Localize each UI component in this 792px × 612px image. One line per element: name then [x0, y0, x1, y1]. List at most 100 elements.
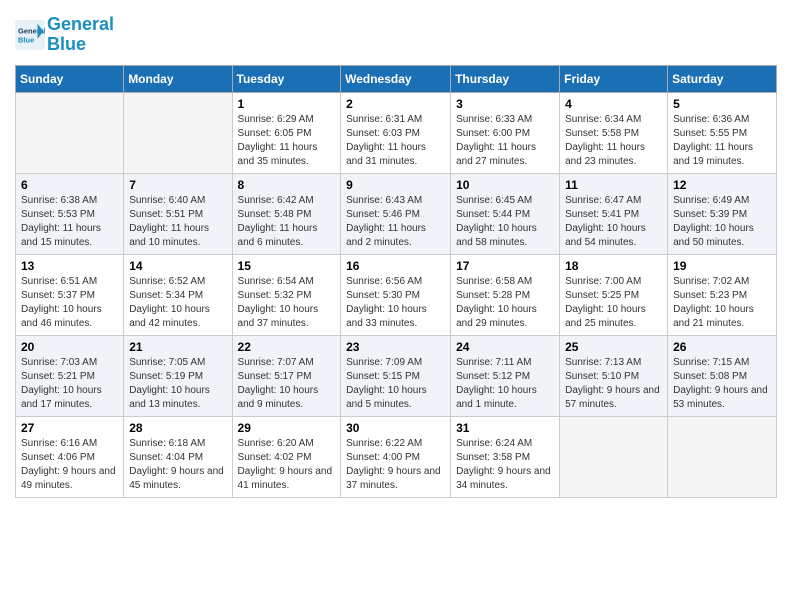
calendar-table: SundayMondayTuesdayWednesdayThursdayFrid…: [15, 65, 777, 498]
weekday-header: Monday: [124, 65, 232, 92]
day-info: Sunrise: 7:03 AM Sunset: 5:21 PM Dayligh…: [21, 356, 118, 412]
day-info: Sunrise: 6:34 AM Sunset: 5:58 PM Dayligh…: [565, 113, 662, 169]
calendar-week-row: 13Sunrise: 6:51 AM Sunset: 5:37 PM Dayli…: [16, 254, 777, 335]
day-number: 2: [346, 97, 445, 111]
day-number: 9: [346, 178, 445, 192]
day-info: Sunrise: 6:36 AM Sunset: 5:55 PM Dayligh…: [673, 113, 771, 169]
calendar-week-row: 27Sunrise: 6:16 AM Sunset: 4:06 PM Dayli…: [16, 416, 777, 497]
weekday-header: Friday: [560, 65, 668, 92]
day-number: 18: [565, 259, 662, 273]
weekday-header: Thursday: [451, 65, 560, 92]
calendar-day-cell: 6 Sunrise: 6:38 AM Sunset: 5:53 PM Daylig…: [16, 173, 124, 254]
day-info: Sunrise: 6:56 AM Sunset: 5:30 PM Dayligh…: [346, 275, 445, 331]
calendar-day-cell: 9 Sunrise: 6:43 AM Sunset: 5:46 PM Daylig…: [341, 173, 451, 254]
day-info: Sunrise: 6:42 AM Sunset: 5:48 PM Dayligh…: [238, 194, 336, 250]
logo-text: GeneralBlue: [47, 15, 114, 55]
day-number: 28: [129, 421, 226, 435]
calendar-day-cell: [668, 416, 777, 497]
day-info: Sunrise: 6:22 AM Sunset: 4:00 PM Dayligh…: [346, 437, 445, 493]
day-info: Sunrise: 7:11 AM Sunset: 5:12 PM Dayligh…: [456, 356, 554, 412]
day-number: 20: [21, 340, 118, 354]
calendar-day-cell: 22 Sunrise: 7:07 AM Sunset: 5:17 PM Dayli…: [232, 335, 341, 416]
day-number: 4: [565, 97, 662, 111]
day-info: Sunrise: 6:24 AM Sunset: 3:58 PM Dayligh…: [456, 437, 554, 493]
calendar-day-cell: 12 Sunrise: 6:49 AM Sunset: 5:39 PM Dayli…: [668, 173, 777, 254]
day-number: 29: [238, 421, 336, 435]
day-number: 23: [346, 340, 445, 354]
calendar-day-cell: 21 Sunrise: 7:05 AM Sunset: 5:19 PM Dayli…: [124, 335, 232, 416]
day-number: 27: [21, 421, 118, 435]
day-info: Sunrise: 6:40 AM Sunset: 5:51 PM Dayligh…: [129, 194, 226, 250]
day-info: Sunrise: 6:18 AM Sunset: 4:04 PM Dayligh…: [129, 437, 226, 493]
day-number: 11: [565, 178, 662, 192]
calendar-day-cell: 2 Sunrise: 6:31 AM Sunset: 6:03 PM Daylig…: [341, 92, 451, 173]
calendar-day-cell: 30 Sunrise: 6:22 AM Sunset: 4:00 PM Dayli…: [341, 416, 451, 497]
calendar-day-cell: 11 Sunrise: 6:47 AM Sunset: 5:41 PM Dayli…: [560, 173, 668, 254]
day-info: Sunrise: 6:38 AM Sunset: 5:53 PM Dayligh…: [21, 194, 118, 250]
calendar-day-cell: 19 Sunrise: 7:02 AM Sunset: 5:23 PM Dayli…: [668, 254, 777, 335]
svg-text:Blue: Blue: [18, 35, 34, 44]
calendar-day-cell: 20 Sunrise: 7:03 AM Sunset: 5:21 PM Dayli…: [16, 335, 124, 416]
day-number: 8: [238, 178, 336, 192]
day-number: 21: [129, 340, 226, 354]
calendar-day-cell: 18 Sunrise: 7:00 AM Sunset: 5:25 PM Dayli…: [560, 254, 668, 335]
day-number: 10: [456, 178, 554, 192]
day-number: 22: [238, 340, 336, 354]
day-number: 17: [456, 259, 554, 273]
day-info: Sunrise: 7:02 AM Sunset: 5:23 PM Dayligh…: [673, 275, 771, 331]
day-info: Sunrise: 7:00 AM Sunset: 5:25 PM Dayligh…: [565, 275, 662, 331]
calendar-day-cell: 31Sunrise: 6:24 AM Sunset: 3:58 PM Dayli…: [451, 416, 560, 497]
day-info: Sunrise: 6:31 AM Sunset: 6:03 PM Dayligh…: [346, 113, 445, 169]
day-info: Sunrise: 7:09 AM Sunset: 5:15 PM Dayligh…: [346, 356, 445, 412]
calendar-day-cell: 24 Sunrise: 7:11 AM Sunset: 5:12 PM Dayli…: [451, 335, 560, 416]
day-number: 15: [238, 259, 336, 273]
calendar-week-row: 6 Sunrise: 6:38 AM Sunset: 5:53 PM Daylig…: [16, 173, 777, 254]
calendar-day-cell: 3 Sunrise: 6:33 AM Sunset: 6:00 PM Daylig…: [451, 92, 560, 173]
weekday-header: Tuesday: [232, 65, 341, 92]
calendar-day-cell: [16, 92, 124, 173]
calendar-day-cell: 14Sunrise: 6:52 AM Sunset: 5:34 PM Dayli…: [124, 254, 232, 335]
day-info: Sunrise: 6:47 AM Sunset: 5:41 PM Dayligh…: [565, 194, 662, 250]
day-info: Sunrise: 6:29 AM Sunset: 6:05 PM Dayligh…: [238, 113, 336, 169]
day-info: Sunrise: 7:15 AM Sunset: 5:08 PM Dayligh…: [673, 356, 771, 412]
day-number: 16: [346, 259, 445, 273]
calendar-day-cell: 15Sunrise: 6:54 AM Sunset: 5:32 PM Dayli…: [232, 254, 341, 335]
calendar-week-row: 1 Sunrise: 6:29 AM Sunset: 6:05 PM Daylig…: [16, 92, 777, 173]
day-number: 19: [673, 259, 771, 273]
day-number: 1: [238, 97, 336, 111]
day-number: 25: [565, 340, 662, 354]
calendar-day-cell: 4 Sunrise: 6:34 AM Sunset: 5:58 PM Daylig…: [560, 92, 668, 173]
day-info: Sunrise: 7:13 AM Sunset: 5:10 PM Dayligh…: [565, 356, 662, 412]
calendar-day-cell: 1 Sunrise: 6:29 AM Sunset: 6:05 PM Daylig…: [232, 92, 341, 173]
calendar-day-cell: [560, 416, 668, 497]
day-number: 5: [673, 97, 771, 111]
weekday-header: Sunday: [16, 65, 124, 92]
day-number: 7: [129, 178, 226, 192]
calendar-day-cell: 26 Sunrise: 7:15 AM Sunset: 5:08 PM Dayli…: [668, 335, 777, 416]
calendar-day-cell: 10Sunrise: 6:45 AM Sunset: 5:44 PM Dayli…: [451, 173, 560, 254]
calendar-day-cell: 16 Sunrise: 6:56 AM Sunset: 5:30 PM Dayli…: [341, 254, 451, 335]
calendar-day-cell: 25 Sunrise: 7:13 AM Sunset: 5:10 PM Dayli…: [560, 335, 668, 416]
weekday-header: Wednesday: [341, 65, 451, 92]
day-info: Sunrise: 6:33 AM Sunset: 6:00 PM Dayligh…: [456, 113, 554, 169]
day-info: Sunrise: 6:43 AM Sunset: 5:46 PM Dayligh…: [346, 194, 445, 250]
calendar-day-cell: 29 Sunrise: 6:20 AM Sunset: 4:02 PM Dayli…: [232, 416, 341, 497]
calendar-day-cell: 7 Sunrise: 6:40 AM Sunset: 5:51 PM Daylig…: [124, 173, 232, 254]
logo-icon: General Blue: [15, 20, 45, 50]
day-info: Sunrise: 6:20 AM Sunset: 4:02 PM Dayligh…: [238, 437, 336, 493]
day-number: 6: [21, 178, 118, 192]
day-number: 24: [456, 340, 554, 354]
day-number: 26: [673, 340, 771, 354]
day-number: 3: [456, 97, 554, 111]
day-number: 30: [346, 421, 445, 435]
calendar-header-row: SundayMondayTuesdayWednesdayThursdayFrid…: [16, 65, 777, 92]
day-info: Sunrise: 6:49 AM Sunset: 5:39 PM Dayligh…: [673, 194, 771, 250]
day-info: Sunrise: 7:07 AM Sunset: 5:17 PM Dayligh…: [238, 356, 336, 412]
calendar-day-cell: 13Sunrise: 6:51 AM Sunset: 5:37 PM Dayli…: [16, 254, 124, 335]
day-number: 12: [673, 178, 771, 192]
day-info: Sunrise: 7:05 AM Sunset: 5:19 PM Dayligh…: [129, 356, 226, 412]
calendar-day-cell: 27Sunrise: 6:16 AM Sunset: 4:06 PM Dayli…: [16, 416, 124, 497]
calendar-day-cell: 8 Sunrise: 6:42 AM Sunset: 5:48 PM Daylig…: [232, 173, 341, 254]
day-number: 13: [21, 259, 118, 273]
calendar-day-cell: 28 Sunrise: 6:18 AM Sunset: 4:04 PM Dayli…: [124, 416, 232, 497]
